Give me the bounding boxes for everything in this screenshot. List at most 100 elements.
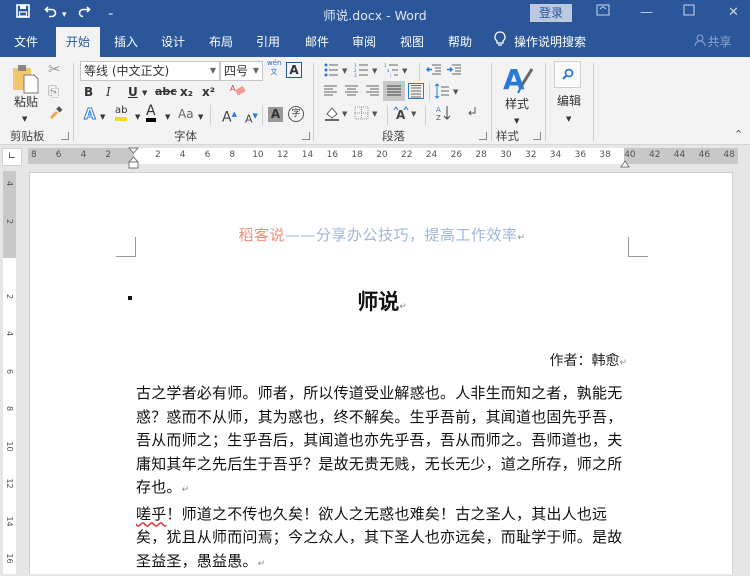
tab-insert[interactable]: 插入 [104, 27, 148, 57]
text-effects-button[interactable]: A [84, 106, 96, 122]
phonetic-guide-icon[interactable]: wén文 [267, 59, 281, 77]
body-paragraph[interactable]: 古之学者必有师。师者，所以传道受业解惑也。人非生而知之者，孰能无惑？惑而不从师，… [136, 382, 632, 503]
font-color-dropdown-icon[interactable]: ▼ [165, 109, 170, 125]
borders-button[interactable]: ▼ [354, 105, 380, 125]
tab-selector[interactable]: ∟ [2, 148, 22, 166]
tab-view[interactable]: 视图 [390, 27, 434, 57]
paste-label[interactable]: 粘贴 [14, 94, 38, 110]
line-spacing-button[interactable]: ▼ [435, 83, 461, 103]
login-button[interactable]: 登录 [530, 4, 572, 22]
share-button[interactable]: 共享 [688, 27, 738, 57]
collapse-ribbon-icon[interactable]: ⌃ [734, 127, 743, 143]
text-effects-dropdown-icon[interactable]: ▼ [100, 109, 105, 125]
bold-button[interactable]: B [84, 84, 93, 100]
font-size-combo[interactable]: 四号 ▼ [220, 61, 263, 81]
tab-review[interactable]: 审阅 [342, 27, 386, 57]
align-right-button[interactable] [366, 85, 380, 101]
close-icon[interactable]: ✕ [728, 4, 739, 22]
grow-font-button[interactable]: A▲ [222, 106, 237, 126]
underline-button[interactable]: U [128, 84, 138, 100]
clear-formatting-icon[interactable]: A [230, 83, 246, 101]
copy-icon[interactable]: ⎘ [48, 84, 59, 100]
search-icon[interactable] [554, 61, 581, 88]
ribbon-display-options-icon[interactable] [596, 4, 610, 22]
horizontal-ruler[interactable]: 8642246810121416182022242628303234363840… [28, 148, 738, 164]
minimize-icon[interactable]: — [640, 4, 653, 22]
editing-button-label[interactable]: 编辑 [557, 93, 581, 109]
spelling-flagged-word[interactable]: 嗟乎 [136, 505, 166, 523]
vertical-ruler[interactable]: 42246810121416 [3, 171, 16, 574]
tab-references[interactable]: 引用 [246, 27, 290, 57]
font-size-value: 四号 [224, 64, 248, 78]
character-shading-button[interactable]: A [268, 107, 283, 122]
font-color-button[interactable]: A [146, 104, 156, 122]
editing-dropdown-icon[interactable]: ▼ [566, 111, 571, 127]
svg-text:i: i [390, 73, 391, 77]
align-left-button[interactable] [324, 85, 338, 101]
maximize-icon[interactable] [683, 4, 695, 22]
asian-layout-button[interactable]: A▼ [393, 105, 419, 125]
enclose-characters-button[interactable]: 字 [288, 106, 304, 122]
tab-file[interactable]: 文件 [4, 27, 48, 57]
styles-launcher-icon[interactable] [533, 132, 541, 140]
paste-dropdown-icon[interactable]: ▼ [22, 111, 27, 127]
chevron-down-icon: ▼ [253, 62, 259, 80]
multilevel-list-button[interactable]: 1ai▼ [384, 63, 410, 81]
shrink-font-button[interactable]: A▼ [245, 108, 258, 128]
font-launcher-icon[interactable] [302, 132, 310, 140]
page-header[interactable]: 稻客说——分享办公技巧，提高工作效率↵ [30, 224, 734, 245]
subscript-button[interactable]: x₂ [180, 84, 193, 100]
decrease-indent-button[interactable] [426, 63, 442, 81]
ruler-tick: 10 [252, 150, 263, 160]
cut-icon[interactable]: ✂ [48, 61, 61, 77]
superscript-button[interactable]: x² [202, 84, 215, 100]
change-case-button[interactable]: Aa [178, 106, 194, 122]
title-bar: ▾ ₌ 师说.docx - Word 登录 — ✕ [0, 0, 750, 27]
author-line[interactable]: 作者：韩愈↵ [549, 350, 627, 370]
ruler-tick: 28 [475, 150, 486, 160]
tab-help[interactable]: 帮助 [438, 27, 482, 57]
document-page[interactable]: 稻客说——分享办公技巧，提高工作效率↵ 师说↵ 作者：韩愈↵ 古之学者必有师。师… [29, 172, 733, 574]
character-border-icon[interactable]: A [286, 62, 302, 78]
ruler-tick: 48 [723, 150, 734, 160]
divider [210, 105, 211, 125]
highlight-button[interactable]: ab [115, 105, 127, 121]
paragraph-mark: ↵ [182, 485, 190, 495]
bullets-button[interactable]: ▼ [324, 63, 350, 81]
highlight-dropdown-icon[interactable]: ▼ [135, 109, 140, 125]
styles-button-label[interactable]: 样式 [505, 96, 529, 112]
body-paragraph[interactable]: 嗟乎！师道之不传也久矣！欲人之无惑也难矣！古之圣人，其出人也远矣，犹且从师而问焉… [136, 503, 632, 576]
svg-text:Z: Z [436, 114, 441, 121]
ruler-tick: 24 [426, 150, 437, 160]
tell-me-search[interactable]: 操作说明搜索 [494, 27, 598, 57]
numbering-button[interactable]: 123▼ [354, 63, 380, 81]
sort-button[interactable]: AZ [436, 105, 452, 125]
tab-design[interactable]: 设计 [151, 27, 195, 57]
tab-home[interactable]: 开始 [56, 27, 100, 58]
align-center-button[interactable] [345, 85, 359, 101]
show-paragraph-marks-button[interactable] [466, 105, 478, 125]
ruler-tick: 12 [277, 150, 288, 160]
first-line-indent-marker[interactable] [128, 147, 139, 172]
increase-indent-button[interactable] [446, 63, 462, 81]
ruler-tick: 2 [155, 150, 161, 160]
ruler-tick: 36 [575, 150, 586, 160]
italic-button[interactable]: I [106, 84, 111, 100]
change-case-dropdown-icon[interactable]: ▼ [198, 109, 203, 125]
clipboard-launcher-icon[interactable] [61, 132, 69, 140]
document-body[interactable]: 古之学者必有师。师者，所以传道受业解惑也。人非生而知之者，孰能无惑？惑而不从师，… [136, 382, 632, 576]
tab-mailings[interactable]: 邮件 [295, 27, 339, 57]
underline-dropdown-icon[interactable]: ▼ [142, 85, 147, 101]
ruler-tick: 8 [229, 150, 235, 160]
format-painter-icon[interactable] [48, 105, 64, 123]
strikethrough-button[interactable]: abc [155, 84, 177, 100]
ruler-tick: 30 [500, 150, 511, 160]
tab-layout[interactable]: 布局 [199, 27, 243, 57]
shading-button[interactable]: ▼ [324, 105, 350, 125]
justify-button[interactable] [383, 81, 405, 101]
paragraph-launcher-icon[interactable] [479, 132, 487, 140]
font-name-combo[interactable]: 等线 (中文正文)▼ [80, 61, 220, 81]
styles-dropdown-icon[interactable]: ▼ [514, 113, 519, 129]
document-heading[interactable]: 师说↵ [30, 286, 734, 316]
distributed-button[interactable] [408, 83, 424, 103]
